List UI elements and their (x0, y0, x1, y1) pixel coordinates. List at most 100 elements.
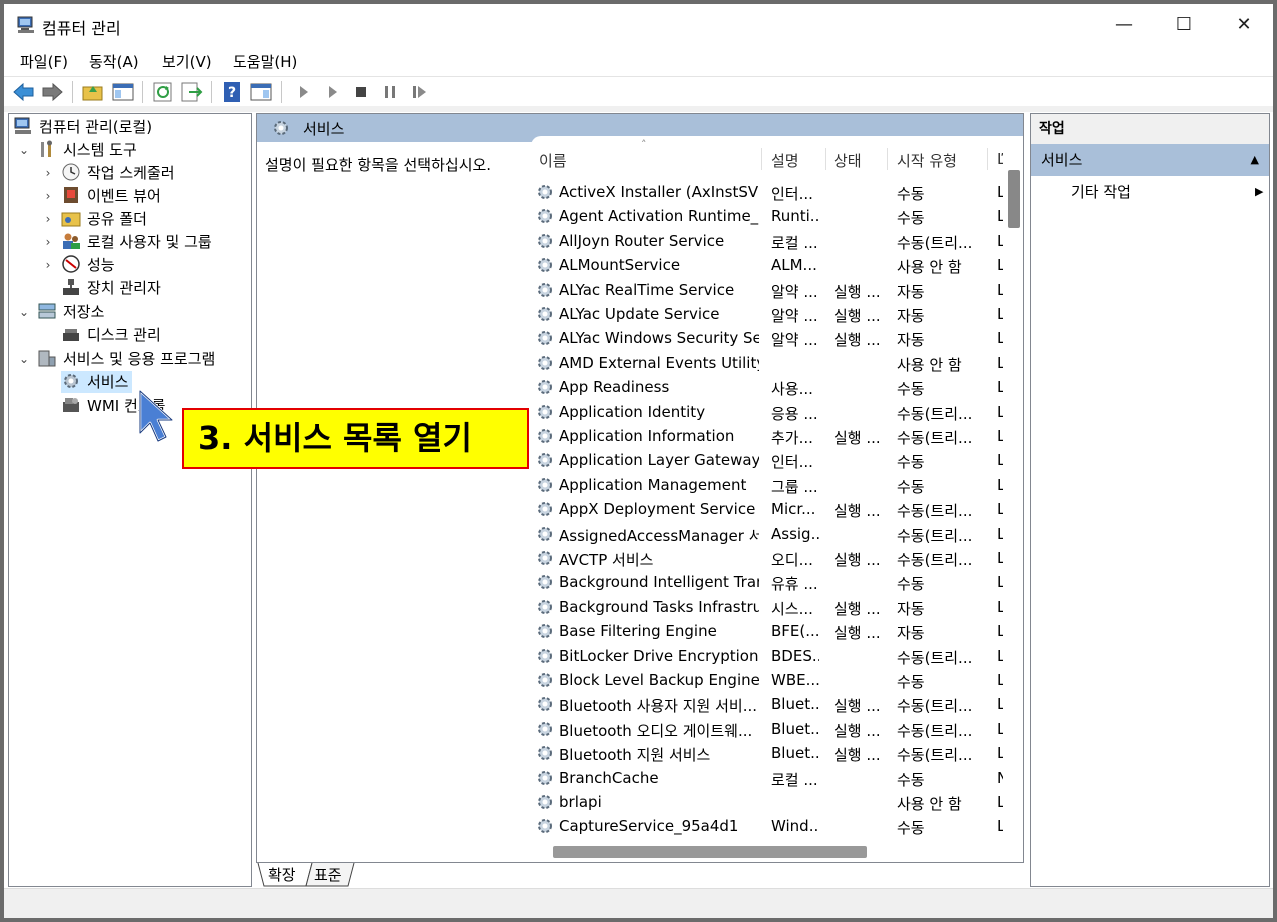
back-arrow-icon[interactable] (12, 80, 36, 104)
service-logon: N (997, 769, 1003, 787)
more-actions-item[interactable]: 기타 작업 ▶ (1071, 178, 1263, 206)
tree-item-services-apps[interactable]: 서비스 및 응용 프로그램 (37, 348, 215, 370)
tree-item-performance[interactable]: 성능 (61, 254, 115, 276)
service-row[interactable]: CaptureService_95a4d1 Wind... 수동 L (531, 814, 1003, 838)
service-row[interactable]: Bluetooth 사용자 지원 서비... Bluet... 실행 ... 수동(트… (531, 692, 1003, 716)
service-row[interactable]: App Readiness 사용... 수동 L (531, 375, 1003, 399)
expander-icon[interactable]: ⌄ (17, 139, 31, 161)
column-header-status[interactable]: 상태 (834, 150, 862, 171)
column-divider[interactable] (761, 148, 762, 170)
vertical-scrollbar[interactable] (1005, 164, 1023, 838)
help-icon[interactable]: ? (220, 80, 244, 104)
actions-section-services[interactable]: 서비스 ▲ (1031, 144, 1269, 176)
service-status: 실행 ... (834, 307, 881, 325)
service-row[interactable]: Application Management 그룹 ... 수동 L (531, 473, 1003, 497)
forward-arrow-icon[interactable] (40, 80, 64, 104)
service-row[interactable]: Background Tasks Infrastruc... 시스... 실행 ..… (531, 595, 1003, 619)
service-row[interactable]: brlapi 사용 안 함 L (531, 790, 1003, 814)
tree-item-disk-management[interactable]: 디스크 관리 (61, 324, 161, 346)
column-header-name[interactable]: 이름 (539, 150, 567, 171)
service-status: 실행 ... (834, 624, 881, 643)
expander-icon[interactable]: › (41, 185, 55, 207)
up-folder-icon[interactable] (81, 80, 105, 104)
service-logon: L (997, 500, 1003, 518)
tree-item-services[interactable]: 서비스 (61, 371, 133, 393)
expander-icon[interactable]: ⌄ (17, 348, 31, 370)
disk-icon (63, 329, 79, 341)
service-startup-type: 수동 (897, 673, 925, 691)
service-row[interactable]: Agent Activation Runtime_9... Runti... 수동 L (531, 204, 1003, 228)
service-row[interactable]: AMD External Events Utility 사용 안 함 L (531, 351, 1003, 375)
service-row[interactable]: Application Layer Gateway ... 인터... 수동 L (531, 448, 1003, 472)
stop-service-icon[interactable] (349, 80, 373, 104)
service-row[interactable]: ALYac Windows Security Ser... 알약 ... 실행 ..… (531, 326, 1003, 350)
tree-item-system-tools[interactable]: 시스템 도구 (37, 139, 137, 161)
service-status: 실행 ... (834, 282, 881, 301)
service-row[interactable]: AssignedAccessManager 서... Assig... 수동(트리.… (531, 522, 1003, 546)
expander-icon[interactable]: › (41, 208, 55, 230)
close-button[interactable]: ✕ (1224, 12, 1264, 38)
view-tabs: 확장 표준 (256, 863, 1024, 887)
menu-view[interactable]: 보기(V) (162, 51, 212, 72)
maximize-button[interactable]: ☐ (1164, 12, 1204, 38)
expander-icon[interactable]: › (41, 231, 55, 253)
start-alt-icon[interactable] (321, 80, 345, 104)
service-logon: L (997, 427, 1003, 445)
tree-item-shared-folders[interactable]: 공유 폴더 (61, 208, 147, 230)
window-title: 컴퓨터 관리 (42, 19, 121, 38)
column-header-description[interactable]: 설명 (771, 150, 799, 171)
column-divider[interactable] (887, 148, 888, 170)
menu-action[interactable]: 동작(A) (89, 51, 139, 72)
minimize-button[interactable]: — (1104, 12, 1144, 38)
service-row[interactable]: BitLocker Drive Encryption S... BDES... 수동… (531, 644, 1003, 668)
collapse-arrow-icon[interactable]: ▲ (1251, 144, 1259, 176)
service-logon: L (997, 573, 1003, 591)
service-row[interactable]: Block Level Backup Engine ... WBE... 수동 L (531, 668, 1003, 692)
column-divider[interactable] (987, 148, 988, 170)
service-row[interactable]: ALYac Update Service 알약 ... 실행 ... 자동 L (531, 302, 1003, 326)
service-row[interactable]: Background Intelligent Tran... 유휴 ... 수동 L (531, 570, 1003, 594)
tree-item-storage[interactable]: 저장소 (37, 301, 104, 323)
service-row[interactable]: Application Information 추가... 실행 ... 수동(트리.… (531, 424, 1003, 448)
service-row[interactable]: Base Filtering Engine BFE(... 실행 ... 자동 L (531, 619, 1003, 643)
column-divider[interactable] (825, 148, 826, 170)
refresh-icon[interactable] (151, 80, 175, 104)
restart-service-icon[interactable] (407, 80, 431, 104)
tree-item-local-users-groups[interactable]: 로컬 사용자 및 그룹 (61, 231, 212, 253)
service-row[interactable]: ActiveX Installer (AxInstSV) 인터... 수동 L (531, 180, 1003, 204)
horizontal-scrollbar[interactable] (531, 842, 1005, 860)
service-row[interactable]: AVCTP 서비스 오디... 실행 ... 수동(트리... L (531, 546, 1003, 570)
tree-item-task-scheduler[interactable]: 작업 스케줄러 (61, 162, 175, 184)
pause-service-icon[interactable] (378, 80, 402, 104)
service-row[interactable]: AllJoyn Router Service 로컬 ... 수동(트리... L (531, 229, 1003, 253)
service-startup-type: 수동 (897, 209, 925, 228)
service-startup-type: 자동 (897, 282, 925, 301)
tab-standard[interactable]: 표준 (308, 863, 348, 887)
service-row[interactable]: AppX Deployment Service (... Micr... 실행 ..… (531, 497, 1003, 521)
service-row[interactable]: Application Identity 응용 ... 수동(트리... L (531, 400, 1003, 424)
tab-extended[interactable]: 확장 (262, 863, 302, 887)
service-name: brlapi (559, 793, 602, 811)
column-header-logon[interactable]: Ľ (997, 150, 1003, 168)
menu-file[interactable]: 파일(F) (20, 51, 68, 72)
service-logon: L (997, 695, 1003, 713)
service-row[interactable]: Bluetooth 지원 서비스 Bluet... 실행 ... 수동(트리... L (531, 741, 1003, 765)
tree-item-device-manager[interactable]: 장치 관리자 (61, 277, 161, 299)
column-header-startup-type[interactable]: 시작 유형 (897, 150, 957, 171)
menu-help[interactable]: 도움말(H) (233, 51, 297, 72)
vertical-scroll-thumb[interactable] (1008, 170, 1020, 228)
service-row[interactable]: Bluetooth 오디오 게이트웨... Bluet... 실행 ... 수동(트리… (531, 717, 1003, 741)
tree-root[interactable]: 컴퓨터 관리(로컬) (13, 116, 152, 138)
tree-item-event-viewer[interactable]: 이벤트 뷰어 (61, 185, 161, 207)
expander-icon[interactable]: ⌄ (17, 301, 31, 323)
export-list-icon[interactable] (179, 80, 203, 104)
horizontal-scroll-thumb[interactable] (553, 846, 867, 858)
start-service-icon[interactable] (292, 80, 316, 104)
show-action-pane-icon[interactable] (249, 80, 273, 104)
expander-icon[interactable]: › (41, 162, 55, 184)
service-row[interactable]: ALMountService ALM... 사용 안 함 L (531, 253, 1003, 277)
show-hide-console-tree-icon[interactable] (111, 80, 135, 104)
service-row[interactable]: ALYac RealTime Service 알약 ... 실행 ... 자동 L (531, 278, 1003, 302)
service-row[interactable]: BranchCache 로컬 ... 수동 N (531, 766, 1003, 790)
expander-icon[interactable]: › (41, 254, 55, 276)
